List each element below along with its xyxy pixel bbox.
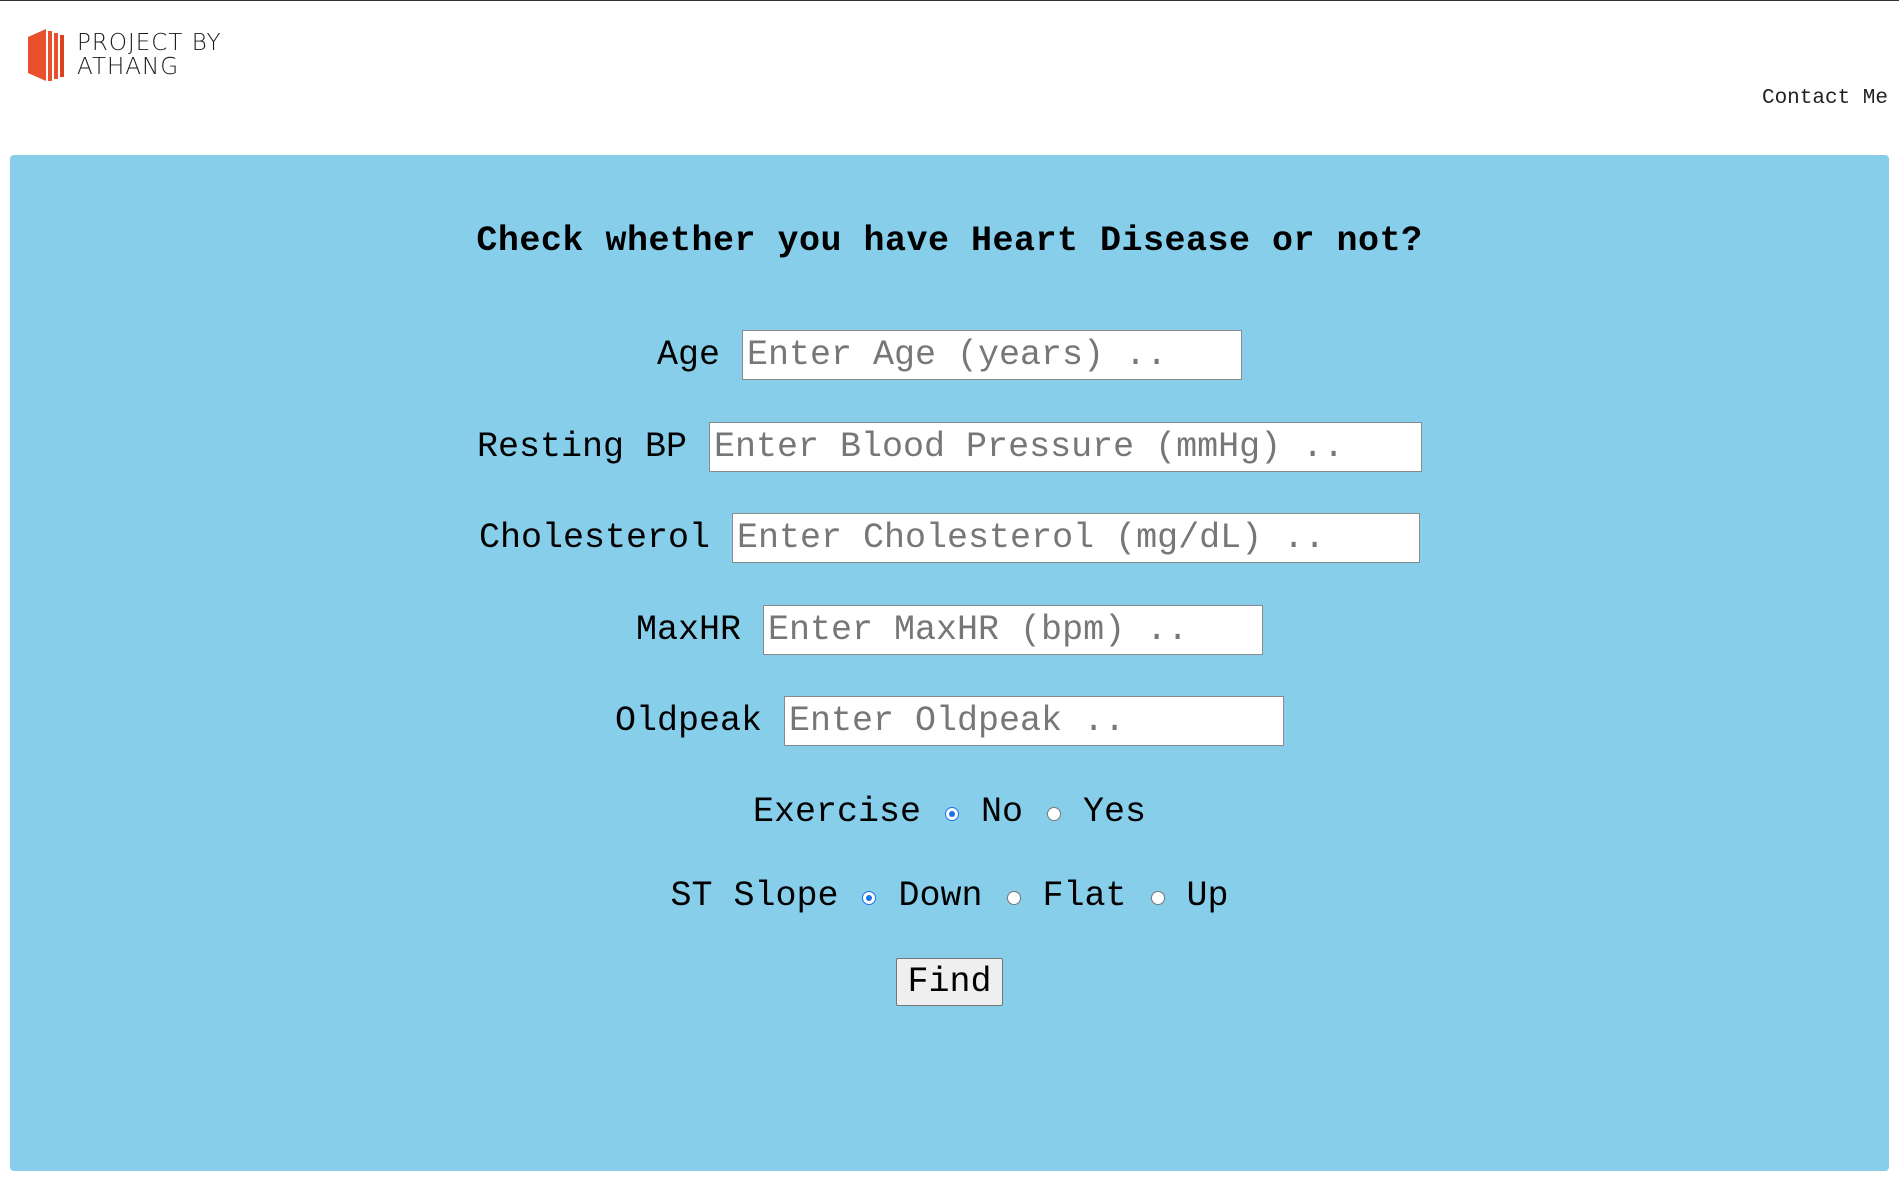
cholesterol-row: Cholesterol — [10, 513, 1889, 563]
logo-line2: ATHANG — [77, 54, 180, 80]
maxhr-input[interactable] — [763, 605, 1264, 655]
st-slope-up-label[interactable]: Up — [1187, 876, 1229, 916]
exercise-no-radio[interactable] — [945, 807, 959, 821]
logo-line1: PROJECT BY — [77, 30, 222, 56]
st-slope-down-radio[interactable] — [862, 891, 877, 905]
header: PROJECT BY ATHANG Contact Me — [0, 1, 1899, 151]
form-panel: Check whether you have Heart Disease or … — [10, 155, 1889, 1171]
st-slope-down-label[interactable]: Down — [898, 876, 982, 916]
st-slope-flat-radio[interactable] — [1006, 891, 1021, 905]
st-slope-flat-label[interactable]: Flat — [1043, 876, 1127, 916]
age-input[interactable] — [742, 330, 1242, 380]
st-slope-row: ST Slope Down Flat Up — [10, 871, 1889, 921]
exercise-row: Exercise No Yes — [10, 787, 1889, 837]
find-button[interactable]: Find — [896, 958, 1003, 1006]
oldpeak-row: Oldpeak — [10, 696, 1889, 746]
exercise-no-label[interactable]: No — [981, 792, 1023, 832]
resting-bp-row: Resting BP — [10, 422, 1889, 472]
resting-bp-input[interactable] — [709, 422, 1423, 472]
contact-me-link[interactable]: Contact Me — [1762, 87, 1888, 110]
age-row: Age — [10, 330, 1889, 380]
maxhr-row: MaxHR — [10, 605, 1889, 655]
st-slope-label: ST Slope — [670, 876, 839, 916]
page-title: Check whether you have Heart Disease or … — [476, 221, 1423, 261]
oldpeak-label: Oldpeak — [614, 701, 763, 741]
exercise-label: Exercise — [752, 792, 921, 832]
submit-row: Find — [10, 958, 1889, 1006]
resting-bp-label: Resting BP — [476, 427, 688, 467]
cholesterol-input[interactable] — [732, 513, 1421, 563]
logo-text: PROJECT BY ATHANG — [77, 31, 222, 79]
cholesterol-label: Cholesterol — [478, 518, 711, 558]
logo[interactable]: PROJECT BY ATHANG — [24, 27, 222, 83]
st-slope-up-radio[interactable] — [1150, 891, 1165, 905]
exercise-yes-radio[interactable] — [1047, 807, 1062, 821]
age-label: Age — [656, 335, 720, 375]
oldpeak-input[interactable] — [784, 696, 1285, 746]
maxhr-label: MaxHR — [635, 610, 742, 650]
exercise-yes-label[interactable]: Yes — [1083, 792, 1146, 832]
logo-icon — [28, 29, 64, 81]
